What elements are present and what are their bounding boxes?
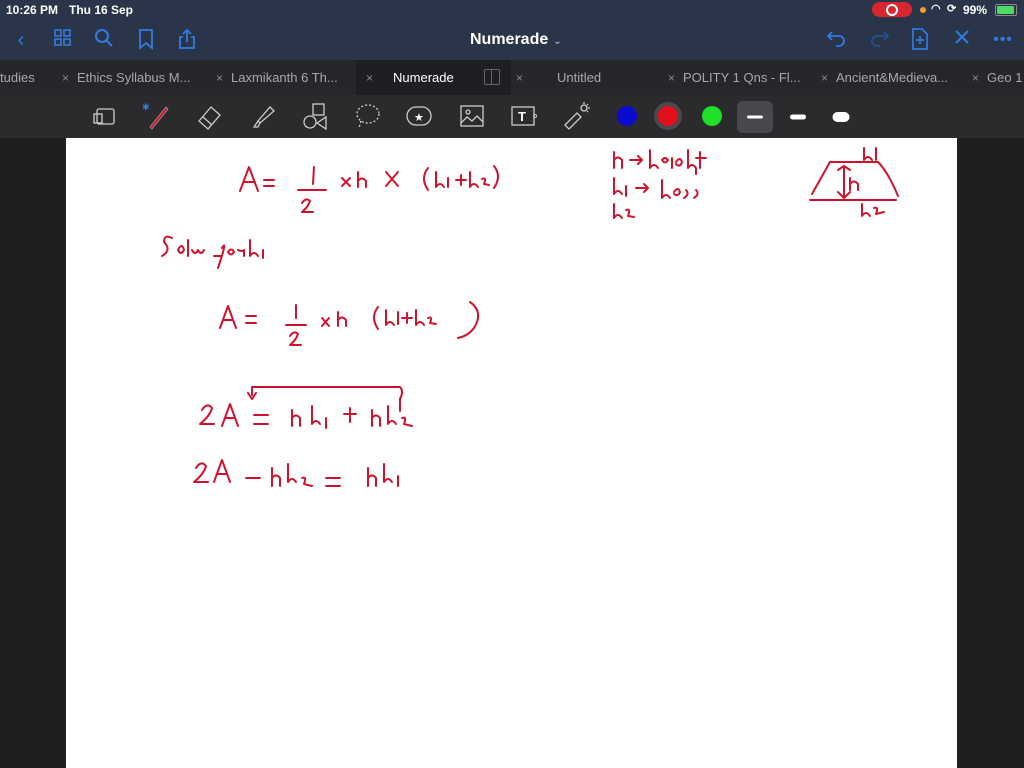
thickness-thin-button[interactable] (737, 101, 773, 133)
add-page-icon[interactable] (907, 28, 933, 52)
battery-percent: 99% (963, 3, 988, 17)
share-icon[interactable] (174, 28, 200, 52)
screen-record-icon[interactable] (872, 2, 912, 17)
right-margin (957, 138, 1024, 768)
thickness-thick-button[interactable] (823, 101, 859, 133)
thickness-medium-button[interactable] (780, 101, 816, 133)
left-margin (0, 138, 66, 768)
close-icon[interactable] (949, 28, 975, 52)
highlighter-tool-icon[interactable] (248, 101, 278, 131)
grid-icon[interactable] (50, 28, 76, 52)
tab-geo[interactable]: × Geo 1 (972, 60, 1022, 95)
svg-text:✱: ✱ (142, 102, 150, 112)
svg-text:★: ★ (414, 112, 424, 124)
tab-numerade[interactable]: × Numerade (356, 60, 511, 95)
mic-dot-icon (920, 7, 926, 13)
tab-ethics-syllabus[interactable]: × Ethics Syllabus M... (62, 60, 190, 95)
tab-close-icon[interactable]: × (216, 71, 223, 85)
pen-tool-icon[interactable]: ✱ (142, 101, 172, 131)
document-title-menu[interactable]: Numerade ⌄ (470, 31, 562, 49)
redo-icon[interactable] (866, 28, 892, 52)
document-title: Numerade (470, 31, 549, 48)
sticker-tool-icon[interactable]: ★ (404, 101, 434, 131)
handwritten-area-formula (239, 165, 499, 213)
tab-close-icon[interactable]: × (972, 71, 979, 85)
trapezoid-diagram (809, 147, 899, 217)
tab-bar: tudies × Ethics Syllabus M... × Laxmikanth… (0, 60, 1024, 95)
laser-pointer-tool-icon[interactable] (561, 101, 591, 131)
zoom-window-tool-icon[interactable] (90, 101, 120, 131)
tab-ancient-medieval[interactable]: × Ancient&Medieva... (821, 60, 948, 95)
tab-polity[interactable]: × POLITY 1 Qns - Fl... (668, 60, 801, 95)
rotation-lock-icon: ⟳ (947, 3, 957, 15)
eraser-tool-icon[interactable] (195, 101, 225, 131)
status-bar: 10:26 PM Thu 16 Sep ◠ ⟳ 99% (0, 0, 1024, 20)
color-blue-swatch[interactable] (617, 106, 637, 126)
tab-close-icon[interactable]: × (516, 71, 523, 85)
split-view-icon[interactable] (484, 69, 500, 85)
status-time: 10:26 PM (6, 3, 59, 17)
back-icon[interactable]: ‹ (8, 28, 34, 52)
handwriting-layer (161, 147, 899, 487)
text-tool-icon[interactable]: T (509, 101, 539, 131)
undo-icon[interactable] (824, 28, 850, 52)
svg-text:T: T (518, 109, 526, 124)
image-tool-icon[interactable] (457, 101, 487, 131)
color-green-swatch[interactable] (702, 106, 722, 126)
handwritten-formula-restated (219, 301, 480, 346)
tab-laxmikanth[interactable]: × Laxmikanth 6 Th... (216, 60, 338, 95)
nav-bar: ‹ Numerade ⌄ ••• (0, 20, 1024, 60)
handwritten-step-isolate (193, 459, 399, 487)
status-date: Thu 16 Sep (69, 3, 134, 17)
note-page-canvas[interactable] (66, 138, 957, 768)
bookmark-icon[interactable] (133, 28, 159, 52)
tab-close-icon[interactable]: × (62, 71, 69, 85)
search-icon[interactable] (91, 28, 117, 52)
more-icon[interactable]: ••• (990, 28, 1016, 52)
drawing-toolbar: ✱ ★ T (0, 95, 1024, 139)
tab-close-icon[interactable]: × (668, 71, 675, 85)
tab-studies[interactable]: tudies (0, 60, 35, 95)
handwritten-step-2a (199, 386, 413, 429)
tab-untitled[interactable]: × Untitled (516, 60, 601, 95)
tab-close-icon[interactable]: × (366, 71, 373, 85)
handwritten-solve-for-b1 (161, 235, 264, 269)
shapes-tool-icon[interactable] (300, 101, 330, 131)
tab-close-icon[interactable]: × (821, 71, 828, 85)
chevron-down-icon: ⌄ (553, 36, 562, 47)
color-red-swatch[interactable] (658, 106, 678, 126)
handwritten-legend (613, 149, 707, 219)
wifi-icon: ◠ (931, 3, 941, 15)
battery-charging-icon (995, 4, 1017, 16)
lasso-tool-icon[interactable] (353, 101, 383, 131)
